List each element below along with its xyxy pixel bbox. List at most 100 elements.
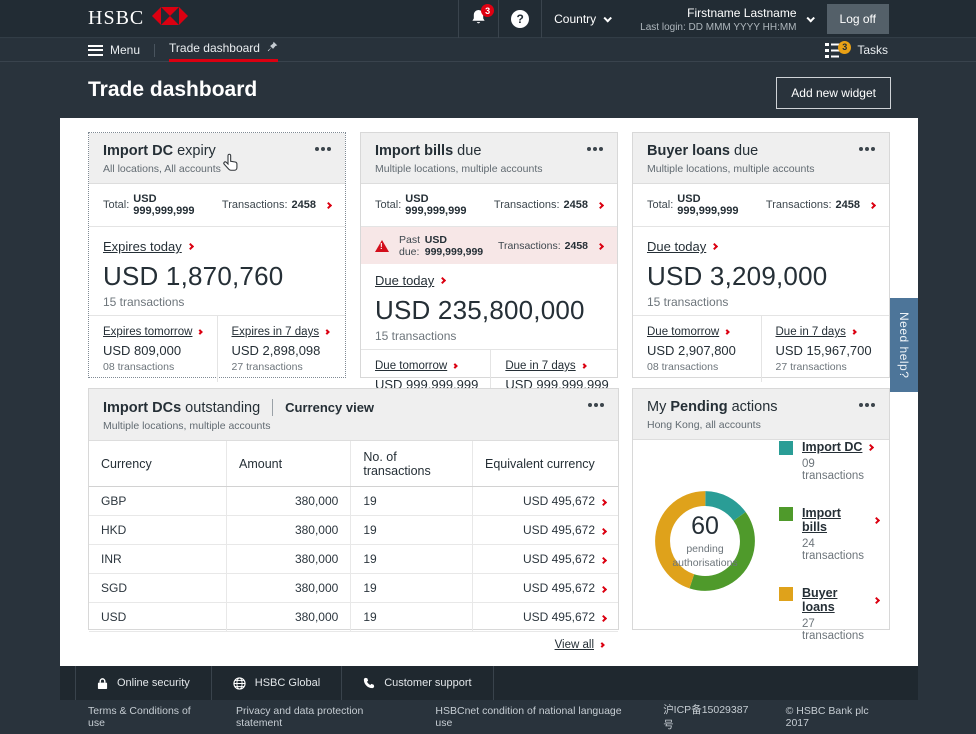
cell-equivalent-link[interactable]: USD 495,672 — [473, 516, 619, 545]
lock-icon — [97, 677, 108, 690]
buyer-loans-link[interactable]: Buyer loans — [802, 586, 879, 614]
stat-column: Expires tomorrow USD 809,000 08 transact… — [89, 316, 218, 382]
legend-item-import-bills: Import bills 24 transactions — [779, 506, 879, 562]
need-help-tab[interactable]: Need help? — [890, 298, 918, 392]
card-import-dc-expiry[interactable]: Import DC expiry All locations, All acco… — [88, 132, 346, 378]
chevron-right-icon — [581, 363, 587, 369]
expires-today-link[interactable]: Expires today — [103, 239, 193, 254]
user-menu[interactable]: Firstname Lastname Last login: DD MMM YY… — [622, 0, 826, 38]
hsbc-logo-text: HSBC — [88, 7, 144, 30]
chevron-right-icon — [597, 242, 604, 249]
view-all-link[interactable]: View all — [89, 632, 618, 658]
total-row[interactable]: Total:USD 999,999,999 Transactions:2458 — [361, 184, 617, 227]
add-new-widget-button[interactable]: Add new widget — [776, 77, 891, 109]
card-subtitle: Hong Kong, all accounts — [647, 419, 875, 431]
cell-currency: INR — [89, 545, 227, 574]
cell-currency: GBP — [89, 487, 227, 516]
card-import-dcs-outstanding: Import DCs outstanding Currency view Mul… — [88, 388, 619, 630]
legal-link[interactable]: HSBCnet condition of national language u… — [435, 705, 632, 729]
cell-currency: USD — [89, 603, 227, 632]
menu-button[interactable]: Menu — [88, 39, 140, 62]
hsbc-logo[interactable]: HSBC — [88, 7, 188, 30]
chevron-right-icon — [600, 528, 607, 535]
card-import-bills-due[interactable]: Import bills due Multiple locations, mul… — [360, 132, 618, 378]
card-overflow-menu-icon[interactable] — [871, 403, 875, 407]
legend-transactions: 27 transactions — [802, 618, 879, 642]
due-in-7-days-link[interactable]: Due in 7 days — [505, 360, 585, 372]
page-title: Trade dashboard — [88, 78, 257, 102]
quick-link-online-security[interactable]: Online security — [75, 666, 211, 700]
due-today-link[interactable]: Due today — [647, 239, 717, 254]
past-due-alert-row[interactable]: Past due:USD 999,999,999 Transactions:24… — [361, 227, 617, 264]
card-title: My Pending actions — [647, 399, 875, 415]
legal-link[interactable]: Terms & Conditions of use — [88, 705, 205, 729]
cell-transactions: 19 — [351, 603, 473, 632]
chevron-right-icon — [452, 363, 458, 369]
due-tomorrow-link[interactable]: Due tomorrow — [375, 360, 457, 372]
cell-equivalent-link[interactable]: USD 495,672 — [473, 545, 619, 574]
pin-icon[interactable] — [267, 41, 278, 55]
chevron-right-icon — [851, 329, 857, 335]
import-dc-link[interactable]: Import DC — [802, 440, 879, 454]
card-subtitle: All locations, All accounts — [103, 163, 331, 175]
card-overflow-menu-icon[interactable] — [599, 147, 603, 151]
stat-value: USD 809,000 — [103, 343, 205, 358]
chevron-down-icon — [806, 14, 814, 22]
chevron-right-icon — [439, 277, 446, 284]
cell-amount: 380,000 — [227, 603, 351, 632]
donut-center-value: 60 — [691, 512, 719, 541]
due-in-7-days-link[interactable]: Due in 7 days — [776, 326, 856, 338]
total-row[interactable]: Total:USD 999,999,999 Transactions:2458 — [633, 184, 889, 227]
chevron-right-icon — [711, 243, 718, 250]
chevron-right-icon — [600, 557, 607, 564]
quick-link-customer-support[interactable]: Customer support — [341, 666, 493, 700]
help-button[interactable]: ? — [498, 0, 541, 38]
notification-badge: 3 — [481, 4, 494, 17]
tab-trade-dashboard[interactable]: Trade dashboard — [169, 39, 278, 62]
import-bills-link[interactable]: Import bills — [802, 506, 879, 534]
title-bar: Trade dashboard Add new widget — [0, 63, 976, 118]
quick-link-hsbc-global[interactable]: HSBC Global — [211, 666, 341, 700]
card-buyer-loans-due[interactable]: Buyer loans due Multiple locations, mult… — [632, 132, 890, 378]
cell-equivalent-link[interactable]: USD 495,672 — [473, 574, 619, 603]
quick-link-label: Customer support — [384, 677, 471, 689]
currency-view-label[interactable]: Currency view — [285, 400, 374, 415]
total-row[interactable]: Total:USD 999,999,999 Transactions:2458 — [89, 184, 345, 227]
card-header: Import DCs outstanding Currency view Mul… — [89, 389, 618, 441]
expires-tomorrow-link[interactable]: Expires tomorrow — [103, 326, 202, 338]
due-tomorrow-link[interactable]: Due tomorrow — [647, 326, 729, 338]
due-today-link[interactable]: Due today — [375, 273, 445, 288]
notifications-button[interactable]: 3 — [458, 0, 498, 38]
dashboard-panel: Import DC expiry All locations, All acco… — [60, 118, 918, 666]
chevron-right-icon — [599, 642, 605, 648]
stat-transactions: 27 transactions — [776, 361, 878, 373]
cell-equivalent-link[interactable]: USD 495,672 — [473, 603, 619, 632]
table-row: INR380,00019USD 495,672 — [89, 545, 618, 574]
tasks-button[interactable]: 3 Tasks — [825, 43, 888, 58]
country-label: Country — [554, 12, 596, 26]
legal-link[interactable]: Privacy and data protection statement — [236, 705, 404, 729]
log-off-button[interactable]: Log off — [827, 4, 889, 34]
col-currency: Currency — [89, 441, 227, 487]
cell-transactions: 19 — [351, 487, 473, 516]
card-header: Import DC expiry All locations, All acco… — [89, 133, 345, 184]
card-header: My Pending actions Hong Kong, all accoun… — [633, 389, 889, 440]
card-header: Buyer loans due Multiple locations, mult… — [633, 133, 889, 184]
warning-icon — [375, 240, 389, 252]
table-row: SGD380,00019USD 495,672 — [89, 574, 618, 603]
card-overflow-menu-icon[interactable] — [600, 403, 604, 407]
quick-link-label: HSBC Global — [255, 677, 320, 689]
legal-link[interactable]: 沪ICP备15029387号 — [663, 702, 754, 732]
chevron-right-icon — [873, 516, 880, 523]
expires-in-7-days-link[interactable]: Expires in 7 days — [232, 326, 330, 338]
card-main-stat: Expires today USD 1,870,760 15 transacti… — [89, 227, 345, 315]
card-overflow-menu-icon[interactable] — [871, 147, 875, 151]
cell-equivalent-link[interactable]: USD 495,672 — [473, 487, 619, 516]
country-dropdown[interactable]: Country — [541, 0, 622, 38]
card-overflow-menu-icon[interactable] — [327, 147, 331, 151]
chevron-right-icon — [600, 615, 607, 622]
tasks-label: Tasks — [857, 43, 888, 57]
cell-transactions: 19 — [351, 545, 473, 574]
col-transactions: No. of transactions — [351, 441, 473, 487]
globe-icon — [233, 677, 246, 690]
